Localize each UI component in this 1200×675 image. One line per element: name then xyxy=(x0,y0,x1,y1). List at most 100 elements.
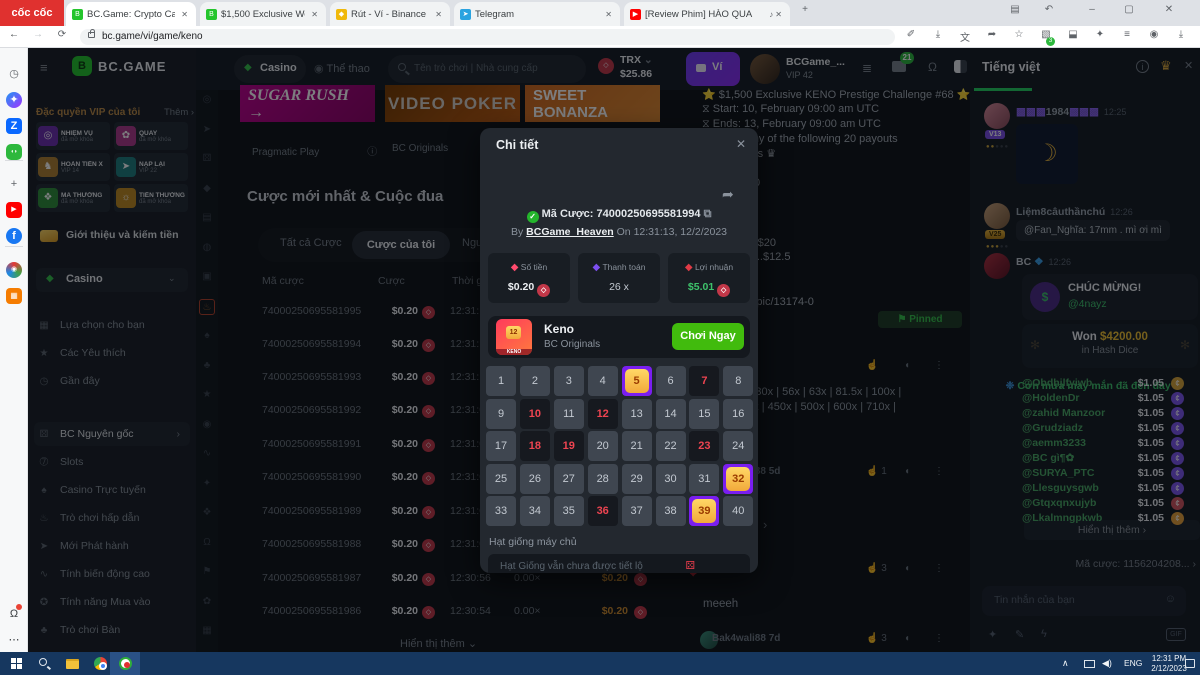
volume-icon[interactable]: ◀) xyxy=(1102,658,1112,669)
games-icon[interactable]: ◖◗ xyxy=(6,144,22,160)
keno-number-cell[interactable]: 35 xyxy=(554,496,584,526)
tray-hidden-icons[interactable]: ∧ xyxy=(1062,658,1069,669)
sports-icon[interactable]: ◉ xyxy=(6,262,22,278)
keno-number-cell[interactable]: 18 xyxy=(520,431,550,461)
keno-number-cell[interactable]: 14 xyxy=(656,399,686,429)
cart-icon[interactable]: ▦ xyxy=(6,288,22,304)
browser-tab[interactable]: ▶[Review Phim] HÀO QUA♪✕ xyxy=(624,2,790,26)
keno-number-cell[interactable]: 26 xyxy=(520,464,550,494)
minimize-button[interactable]: – xyxy=(1083,4,1101,15)
keno-game-icon[interactable]: 12 KENO xyxy=(496,319,532,355)
language-indicator[interactable]: ENG xyxy=(1124,658,1142,668)
save-page-icon[interactable]: ⤓ xyxy=(930,29,946,40)
keno-number-cell[interactable]: 33 xyxy=(486,496,516,526)
forward-icon[interactable]: → xyxy=(30,29,46,40)
browser-tab[interactable]: B$1,500 Exclusive Weekend Ke✕ xyxy=(200,2,326,26)
bookmark-star-icon[interactable]: ☆ xyxy=(1011,29,1027,40)
server-seed-field[interactable]: Hạt Giống vẫn chưa được tiết lộ ⚄ xyxy=(488,554,750,573)
keno-number-cell[interactable]: 11 xyxy=(554,399,584,429)
tab-close-icon[interactable]: ✕ xyxy=(603,10,614,19)
chrome-icon[interactable] xyxy=(92,655,109,672)
reading-list-icon[interactable]: ≡ xyxy=(1119,29,1135,40)
back-icon[interactable]: ← xyxy=(6,29,22,40)
keno-number-cell[interactable]: 30 xyxy=(656,464,686,494)
keno-number-cell[interactable]: 21 xyxy=(622,431,652,461)
reader-mode-icon[interactable]: ▤ xyxy=(1006,4,1024,15)
extension-icon[interactable]: ✦ xyxy=(1092,29,1108,40)
keno-number-cell[interactable]: 23 xyxy=(689,431,719,461)
add-icon[interactable]: + xyxy=(6,176,22,192)
network-icon[interactable] xyxy=(1084,660,1095,668)
padlock-icon[interactable] xyxy=(88,32,95,38)
reload-icon[interactable]: ⟳ xyxy=(54,29,70,40)
tab-close-icon[interactable]: ✕ xyxy=(773,10,784,19)
profile-icon[interactable]: ◉ xyxy=(1146,29,1162,40)
keno-number-cell[interactable]: 2 xyxy=(520,366,550,396)
keno-number-cell[interactable]: 17 xyxy=(486,431,516,461)
keno-number-cell[interactable]: 38 xyxy=(656,496,686,526)
browser-tab[interactable]: ➤Telegram✕ xyxy=(454,2,620,26)
keno-number-cell[interactable]: 7 xyxy=(689,366,719,396)
keno-number-cell[interactable]: 16 xyxy=(723,399,753,429)
game-name[interactable]: Keno xyxy=(544,322,574,336)
maximize-button[interactable]: ▢ xyxy=(1120,4,1138,15)
start-button[interactable] xyxy=(8,655,25,672)
file-explorer-icon[interactable] xyxy=(64,655,81,672)
keno-number-cell[interactable]: 6 xyxy=(656,366,686,396)
modal-close-icon[interactable]: ✕ xyxy=(736,137,746,151)
tab-close-icon[interactable]: ✕ xyxy=(433,10,444,19)
keno-number-cell[interactable]: 1 xyxy=(486,366,516,396)
copy-icon[interactable]: ⧉ xyxy=(704,208,712,220)
modal-share-icon[interactable]: ➦ xyxy=(722,186,734,203)
close-button[interactable]: ✕ xyxy=(1160,4,1178,15)
keno-number-cell[interactable]: 19 xyxy=(554,431,584,461)
browser-tab[interactable]: ◆Rút - Ví - Binance✕ xyxy=(330,2,450,26)
downloads-icon[interactable]: ⤓ xyxy=(1173,29,1189,40)
taskbar-search-icon[interactable] xyxy=(36,655,53,672)
translate-icon[interactable]: 文 xyxy=(957,29,973,44)
history-icon[interactable]: ◷ xyxy=(6,66,22,82)
keno-number-cell[interactable]: 3 xyxy=(554,366,584,396)
facebook-icon[interactable]: f xyxy=(6,228,22,244)
more-icon[interactable]: ⋯ xyxy=(6,632,22,648)
adblock-icon[interactable]: ⬓ xyxy=(1065,29,1081,40)
keno-number-cell[interactable]: 29 xyxy=(622,464,652,494)
keno-number-cell[interactable]: 22 xyxy=(656,431,686,461)
keno-number-cell[interactable]: 31 xyxy=(689,464,719,494)
keno-number-cell[interactable]: 5 xyxy=(622,366,652,396)
keno-number-cell[interactable]: 25 xyxy=(486,464,516,494)
youtube-icon[interactable]: ▶ xyxy=(6,202,22,218)
keno-number-cell[interactable]: 32 xyxy=(723,464,753,494)
address-bar[interactable]: bc.game/vi/game/keno xyxy=(80,29,895,45)
keno-number-cell[interactable]: 12 xyxy=(588,399,618,429)
edit-icon[interactable]: ✐ xyxy=(903,29,919,40)
browser-tab[interactable]: BBC.Game: Crypto Casino Gam✕ xyxy=(66,2,196,26)
keno-number-cell[interactable]: 27 xyxy=(554,464,584,494)
messenger-icon[interactable]: ✦ xyxy=(6,92,22,108)
tab-close-icon[interactable]: ✕ xyxy=(179,10,190,19)
coccoc-taskbar-icon[interactable] xyxy=(117,655,134,672)
keno-number-cell[interactable]: 37 xyxy=(622,496,652,526)
keno-number-cell[interactable]: 36 xyxy=(588,496,618,526)
bet-user-link[interactable]: BCGame_Heaven xyxy=(526,226,614,238)
keno-number-cell[interactable]: 15 xyxy=(689,399,719,429)
keno-number-cell[interactable]: 9 xyxy=(486,399,516,429)
keno-number-cell[interactable]: 20 xyxy=(588,431,618,461)
back-to-tab-icon[interactable]: ↶ xyxy=(1040,4,1058,15)
keno-number-cell[interactable]: 10 xyxy=(520,399,550,429)
shield-icon[interactable]: ▧3 xyxy=(1038,29,1054,40)
keno-number-cell[interactable]: 13 xyxy=(622,399,652,429)
keno-number-cell[interactable]: 8 xyxy=(723,366,753,396)
keno-number-cell[interactable]: 24 xyxy=(723,431,753,461)
share-icon[interactable]: ➦ xyxy=(984,29,1000,40)
keno-number-cell[interactable]: 39 xyxy=(689,496,719,526)
zalo-icon[interactable]: Z xyxy=(6,118,22,134)
keno-number-cell[interactable]: 40 xyxy=(723,496,753,526)
keno-number-cell[interactable]: 34 xyxy=(520,496,550,526)
keno-number-cell[interactable]: 28 xyxy=(588,464,618,494)
new-tab-button[interactable]: + xyxy=(796,4,814,15)
play-now-button[interactable]: Chơi Ngay xyxy=(672,323,744,350)
tab-close-icon[interactable]: ✕ xyxy=(309,10,320,19)
keno-number-cell[interactable]: 4 xyxy=(588,366,618,396)
action-center-icon[interactable] xyxy=(1185,659,1195,668)
